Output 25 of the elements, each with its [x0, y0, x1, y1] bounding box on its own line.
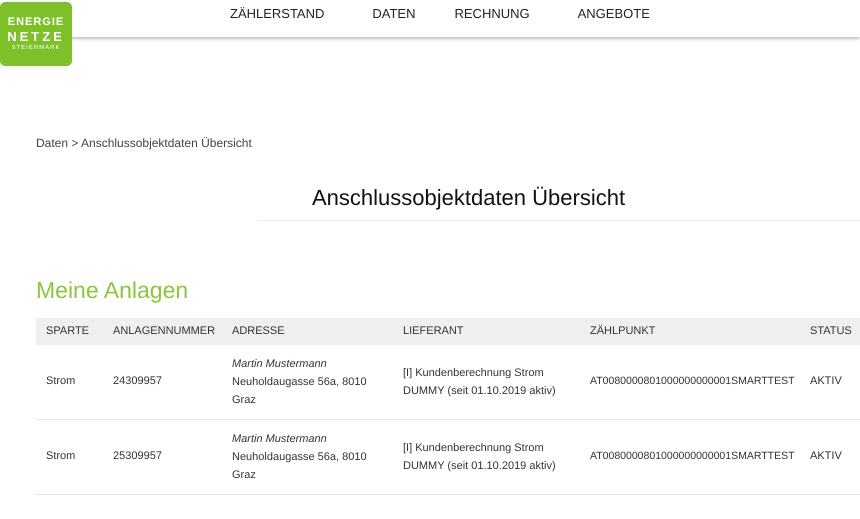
- column-header: ADRESSE: [231, 324, 286, 339]
- table-cell-text: AKTIV: [809, 374, 843, 390]
- table-cell-text: AT0080000801000000000001SMARTTEST: [589, 374, 796, 389]
- column-header: STATUS: [809, 324, 853, 339]
- page-title: Anschlussobjektdaten Übersicht: [312, 184, 626, 212]
- breadcrumb: Daten > Anschlussobjektdaten Übersicht: [36, 135, 253, 152]
- column-header: ZÄHLPUNKT: [589, 324, 656, 339]
- section-title: Meine Anlagen: [36, 276, 190, 305]
- column-header: LIEFERANT: [402, 324, 465, 339]
- table-cell-text: 24309957: [112, 374, 163, 390]
- table-cell-text: [I] Kundenberechnung Strom DUMMY (seit 01.10.2019 aktiv): [402, 440, 557, 474]
- nav-link[interactable]: DATEN: [372, 4, 416, 24]
- table-cell-text: 25309957: [112, 449, 163, 464]
- nav-link[interactable]: ZÄHLERSTAND: [230, 4, 324, 24]
- nav-link[interactable]: RECHNUNG: [454, 4, 530, 24]
- column-header: ANLAGENNUMMER: [112, 324, 216, 339]
- table-cell-text: AT0080000801000000000001SMARTTEST: [589, 448, 796, 464]
- table-cell-text: Martin Mustermann Neuholdaugasse 56a, 8010 Graz: [231, 432, 368, 482]
- table-cell-text: Strom: [45, 449, 76, 464]
- table-cell-text: [I] Kundenberechnung Strom DUMMY (seit 01.10.2019 aktiv): [402, 366, 557, 398]
- table-cell-text: Strom: [45, 374, 76, 390]
- column-header: SPARTE: [45, 324, 90, 339]
- table-cell-text: AKTIV: [809, 449, 843, 464]
- nav-link[interactable]: ANGEBOTE: [578, 4, 650, 24]
- table-cell-text: Martin Mustermann Neuholdaugasse 56a, 8010 Graz: [231, 356, 368, 408]
